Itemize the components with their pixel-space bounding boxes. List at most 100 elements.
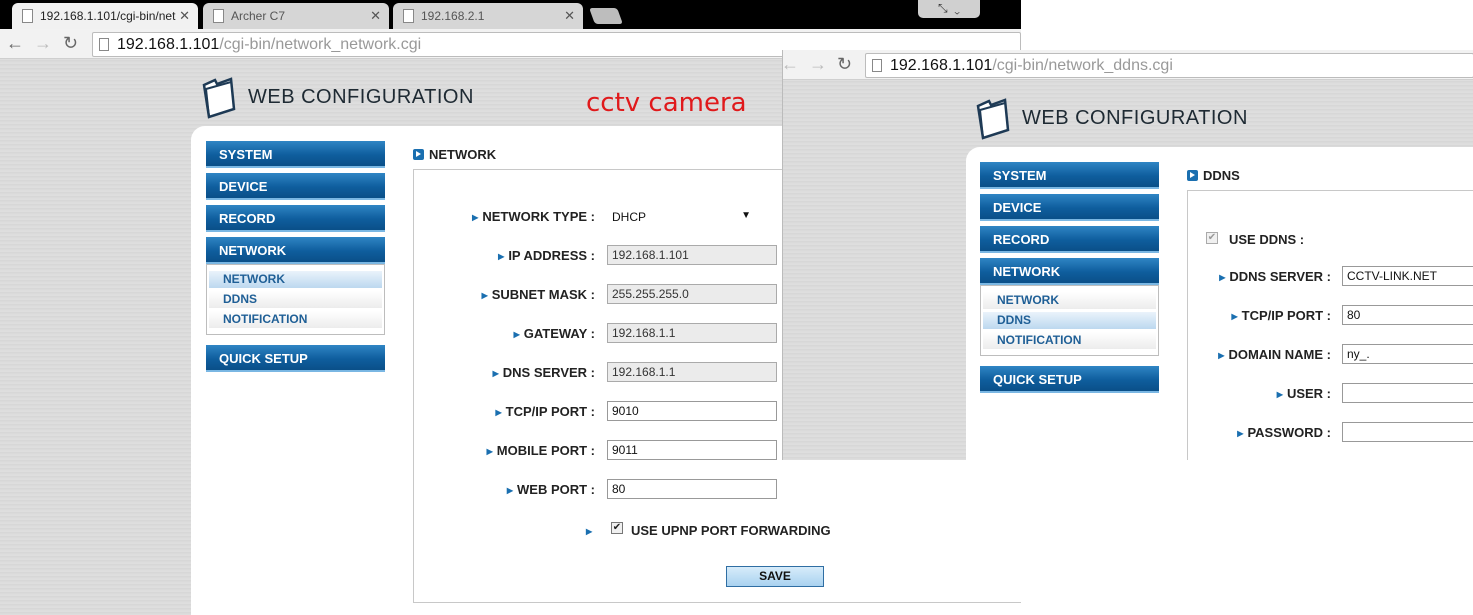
close-icon[interactable]: ✕ — [564, 8, 575, 24]
close-icon[interactable]: ✕ — [179, 8, 190, 24]
tcp-port-field[interactable]: 80 — [1342, 305, 1473, 325]
submenu-notification[interactable]: NOTIFICATION — [983, 332, 1156, 349]
reload-icon[interactable]: ↻ — [837, 53, 852, 75]
menu-system[interactable]: SYSTEM — [980, 162, 1159, 189]
tab-strip: 192.168.1.101/cgi-bin/net ✕ Archer C7 ✕ … — [0, 0, 1021, 29]
menu-quick-setup[interactable]: QUICK SETUP — [980, 366, 1159, 393]
save-button[interactable]: SAVE — [726, 566, 824, 587]
use-ddns-checkbox[interactable]: ✔ — [1206, 232, 1218, 244]
ip-address-field[interactable]: 192.168.1.101 — [607, 245, 777, 265]
tab-title: Archer C7 — [231, 9, 286, 23]
chevron-down-icon[interactable]: ⌄ — [954, 1, 960, 15]
submenu-ddns[interactable]: DDNS — [209, 291, 382, 308]
bullet-icon: ▶ — [495, 408, 502, 417]
menu-quick-setup[interactable]: QUICK SETUP — [206, 345, 385, 372]
back-icon[interactable]: ← — [783, 53, 799, 75]
page-icon — [872, 59, 882, 72]
network-type-select[interactable]: DHCP ▼ — [612, 210, 751, 224]
label-text: GATEWAY : — [523, 326, 595, 341]
bullet-icon: ▶ — [472, 213, 479, 222]
gateway-label: ▶ GATEWAY : — [514, 326, 595, 341]
domain-name-field[interactable]: ny_. — [1342, 344, 1473, 364]
gateway-field[interactable]: 192.168.1.1 — [607, 323, 777, 343]
bullet-icon: ▶ — [492, 369, 499, 378]
ddns-server-label: ▶ DDNS SERVER : — [1219, 269, 1331, 284]
password-field[interactable] — [1342, 422, 1473, 442]
tab-network-cgi[interactable]: 192.168.1.101/cgi-bin/net ✕ — [12, 3, 198, 29]
submenu-notification[interactable]: NOTIFICATION — [209, 311, 382, 328]
label-text: MOBILE PORT : — [496, 443, 595, 458]
bullet-icon: ▶ — [486, 447, 493, 456]
upnp-bullet-icon: ▶ — [586, 523, 596, 538]
user-label: ▶ USER : — [1277, 386, 1331, 401]
menu-device[interactable]: DEVICE — [206, 173, 385, 200]
web-port-field[interactable]: 80 — [607, 479, 777, 499]
section-title-text: DDNS — [1203, 168, 1240, 183]
page-icon — [22, 9, 33, 23]
window-controls[interactable]: ⤡ ⌄ — [918, 0, 980, 18]
tab-archer-c7[interactable]: Archer C7 ✕ — [203, 3, 389, 29]
user-field[interactable] — [1342, 383, 1473, 403]
folder-icon — [202, 77, 236, 119]
ddns-form — [1187, 190, 1473, 460]
tab-router[interactable]: 192.168.2.1 ✕ — [393, 3, 583, 29]
label-text: USER : — [1286, 386, 1331, 401]
label-text: WEB PORT : — [517, 482, 595, 497]
dns-server-label: ▶ DNS SERVER : — [493, 365, 595, 380]
label-text: PASSWORD : — [1247, 425, 1331, 440]
ddns-server-field[interactable]: CCTV-LINK.NET — [1342, 266, 1473, 286]
bullet-icon: ▶ — [498, 252, 505, 261]
tcp-port-field[interactable]: 9010 — [607, 401, 777, 421]
url-path: /cgi-bin/network_network.cgi — [219, 36, 422, 53]
page-icon — [403, 9, 414, 23]
label-text: DNS SERVER : — [502, 365, 595, 380]
browser-toolbar: ← → ↻ 192.168.1.101/cgi-bin/network_ddns… — [783, 50, 1473, 80]
new-tab-button[interactable] — [589, 8, 623, 24]
mobile-port-label: ▶ MOBILE PORT : — [487, 443, 595, 458]
right-browser-window: ← → ↻ 192.168.1.101/cgi-bin/network_ddns… — [782, 50, 1473, 460]
bullet-icon: ▶ — [1218, 351, 1225, 360]
label-text: DOMAIN NAME : — [1228, 347, 1331, 362]
section-bullet-icon — [413, 149, 424, 160]
label-text: IP ADDRESS : — [508, 248, 595, 263]
upnp-checkbox[interactable]: ✔ — [611, 522, 623, 534]
network-type-label: ▶ NETWORK TYPE : — [472, 209, 595, 224]
label-text: DDNS SERVER : — [1229, 269, 1331, 284]
menu-network[interactable]: NETWORK — [980, 258, 1159, 285]
label-text: TCP/IP PORT : — [1241, 308, 1331, 323]
folder-icon — [976, 98, 1010, 140]
back-icon[interactable]: ← — [6, 32, 24, 54]
bullet-icon: ▶ — [506, 486, 513, 495]
logo-text: WEB CONFIGURATION — [248, 86, 474, 108]
tcp-port-label: ▶ TCP/IP PORT : — [1232, 308, 1331, 323]
page-icon — [99, 38, 109, 51]
menu-device[interactable]: DEVICE — [980, 194, 1159, 221]
ip-address-label: ▶ IP ADDRESS : — [498, 248, 595, 263]
bullet-icon: ▶ — [1237, 429, 1244, 438]
menu-network[interactable]: NETWORK — [206, 237, 385, 264]
menu-system[interactable]: SYSTEM — [206, 141, 385, 168]
dropdown-arrow-icon: ▼ — [741, 210, 751, 221]
forward-icon[interactable]: → — [34, 32, 52, 54]
menu-record[interactable]: RECORD — [980, 226, 1159, 253]
tcp-port-label: ▶ TCP/IP PORT : — [496, 404, 595, 419]
reload-icon[interactable]: ↻ — [63, 32, 78, 54]
submenu-ddns[interactable]: DDNS — [983, 312, 1156, 329]
password-label: ▶ PASSWORD : — [1237, 425, 1331, 440]
submenu-network[interactable]: NETWORK — [209, 271, 382, 288]
menu-record[interactable]: RECORD — [206, 205, 385, 232]
dns-server-field[interactable]: 192.168.1.1 — [607, 362, 777, 382]
forward-icon[interactable]: → — [809, 53, 827, 75]
bullet-icon: ▶ — [513, 330, 520, 339]
address-bar[interactable]: 192.168.1.101/cgi-bin/network_ddns.cgi — [865, 53, 1473, 78]
tab-title: 192.168.1.101/cgi-bin/net — [40, 9, 176, 23]
subnet-mask-field[interactable]: 255.255.255.0 — [607, 284, 777, 304]
bullet-icon: ▶ — [1276, 390, 1283, 399]
close-icon[interactable]: ✕ — [370, 8, 381, 24]
submenu-network[interactable]: NETWORK — [983, 292, 1156, 309]
section-bullet-icon — [1187, 170, 1198, 181]
domain-name-label: ▶ DOMAIN NAME : — [1218, 347, 1331, 362]
section-title: DDNS — [1187, 168, 1240, 183]
mobile-port-field[interactable]: 9011 — [607, 440, 777, 460]
restore-icon[interactable]: ⤡ — [938, 1, 948, 15]
